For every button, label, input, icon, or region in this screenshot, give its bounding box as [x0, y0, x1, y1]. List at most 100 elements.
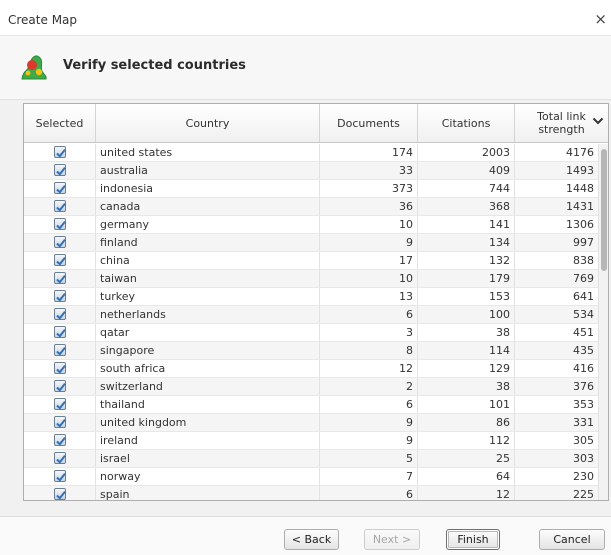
selected-checkbox[interactable]	[54, 434, 66, 446]
next-button[interactable]: Next >	[364, 529, 420, 550]
title-bar: Create Map ×	[0, 0, 611, 36]
selected-cell	[24, 180, 96, 197]
selected-checkbox[interactable]	[54, 218, 66, 230]
total-link-strength-cell: 451	[573, 326, 594, 339]
total-link-strength-cell: 997	[573, 236, 594, 249]
selected-checkbox[interactable]	[54, 488, 66, 500]
citations-cell: 100	[418, 306, 515, 323]
table-row[interactable]: israel 5 25 303	[24, 450, 598, 468]
table-row[interactable]: south africa 12 129 416	[24, 360, 598, 378]
selected-checkbox[interactable]	[54, 470, 66, 482]
country-cell: netherlands	[96, 306, 320, 323]
country-cell: norway	[96, 468, 320, 485]
check-icon	[56, 148, 66, 158]
documents-cell: 2	[320, 378, 418, 395]
selected-checkbox[interactable]	[54, 290, 66, 302]
citations-cell: 2003	[418, 144, 515, 161]
documents-cell: 33	[320, 162, 418, 179]
selected-checkbox[interactable]	[54, 308, 66, 320]
selected-checkbox[interactable]	[54, 380, 66, 392]
total-link-strength-cell: 225	[573, 488, 594, 501]
table-row[interactable]: switzerland 2 38 376	[24, 378, 598, 396]
table-row[interactable]: netherlands 6 100 534	[24, 306, 598, 324]
selected-checkbox[interactable]	[54, 236, 66, 248]
column-header-selected[interactable]: Selected	[24, 104, 96, 142]
back-button[interactable]: < Back	[284, 529, 339, 550]
country-cell: ireland	[96, 432, 320, 449]
table-row[interactable]: ireland 9 112 305	[24, 432, 598, 450]
table-row[interactable]: germany 10 141 1306	[24, 216, 598, 234]
documents-cell: 10	[320, 216, 418, 233]
selected-checkbox[interactable]	[54, 326, 66, 338]
cancel-button[interactable]: Cancel	[539, 529, 605, 550]
close-icon[interactable]: ×	[594, 10, 607, 28]
citations-cell: 132	[418, 252, 515, 269]
table-row[interactable]: singapore 8 114 435	[24, 342, 598, 360]
table-row[interactable]: finland 9 134 997	[24, 234, 598, 252]
wizard-banner: Verify selected countries	[0, 36, 611, 100]
column-header-citations[interactable]: Citations	[418, 104, 515, 142]
column-header-country[interactable]: Country	[96, 104, 320, 142]
check-icon	[56, 184, 66, 194]
total-link-strength-cell: 4176	[566, 146, 594, 159]
selected-checkbox[interactable]	[54, 452, 66, 464]
selected-checkbox[interactable]	[54, 344, 66, 356]
table-row[interactable]: australia 33 409 1493	[24, 162, 598, 180]
table-row[interactable]: spain 6 12 225	[24, 486, 598, 501]
total-link-strength-cell: 353	[573, 398, 594, 411]
table-row[interactable]: qatar 3 38 451	[24, 324, 598, 342]
documents-cell: 373	[320, 180, 418, 197]
country-cell: singapore	[96, 342, 320, 359]
selected-checkbox[interactable]	[54, 164, 66, 176]
total-link-strength-cell: 303	[573, 452, 594, 465]
total-link-strength-cell: 331	[573, 416, 594, 429]
selected-checkbox[interactable]	[54, 362, 66, 374]
table-row[interactable]: united kingdom 9 86 331	[24, 414, 598, 432]
selected-checkbox[interactable]	[54, 200, 66, 212]
documents-cell: 9	[320, 432, 418, 449]
table-row[interactable]: canada 36 368 1431	[24, 198, 598, 216]
citations-cell: 38	[418, 378, 515, 395]
total-link-strength-cell: 534	[573, 308, 594, 321]
country-cell: indonesia	[96, 180, 320, 197]
total-link-strength-cell: 305	[573, 434, 594, 447]
selected-checkbox[interactable]	[54, 398, 66, 410]
column-header-documents[interactable]: Documents	[320, 104, 418, 142]
citations-cell: 114	[418, 342, 515, 359]
documents-cell: 13	[320, 288, 418, 305]
vertical-scrollbar[interactable]	[598, 144, 608, 500]
table-row[interactable]: united states 174 2003 4176	[24, 144, 598, 162]
countries-table: Selected Country Documents Citations Tot…	[23, 103, 609, 501]
check-icon	[56, 256, 66, 266]
scrollbar-thumb[interactable]	[601, 149, 607, 271]
citations-cell: 12	[418, 486, 515, 500]
selected-checkbox[interactable]	[54, 416, 66, 428]
finish-button[interactable]: Finish	[446, 529, 500, 550]
selected-checkbox[interactable]	[54, 272, 66, 284]
table-row[interactable]: thailand 6 101 353	[24, 396, 598, 414]
documents-cell: 17	[320, 252, 418, 269]
table-row[interactable]: indonesia 373 744 1448	[24, 180, 598, 198]
documents-cell: 9	[320, 414, 418, 431]
column-header-total-link-strength[interactable]: Total link strength	[515, 104, 608, 142]
country-cell: taiwan	[96, 270, 320, 287]
check-icon	[56, 238, 66, 248]
selected-checkbox[interactable]	[54, 146, 66, 158]
vosviewer-map-icon	[21, 55, 47, 80]
selected-checkbox[interactable]	[54, 182, 66, 194]
table-row[interactable]: china 17 132 838	[24, 252, 598, 270]
table-row[interactable]: turkey 13 153 641	[24, 288, 598, 306]
table-row[interactable]: taiwan 10 179 769	[24, 270, 598, 288]
citations-cell: 744	[418, 180, 515, 197]
documents-cell: 8	[320, 342, 418, 359]
selected-cell	[24, 414, 96, 431]
citations-cell: 64	[418, 468, 515, 485]
selected-checkbox[interactable]	[54, 254, 66, 266]
check-icon	[56, 418, 66, 428]
table-row[interactable]: norway 7 64 230	[24, 468, 598, 486]
sort-descending-icon	[592, 117, 604, 125]
selected-cell	[24, 234, 96, 251]
total-link-strength-cell: 1431	[566, 200, 594, 213]
check-icon	[56, 274, 66, 284]
country-cell: israel	[96, 450, 320, 467]
